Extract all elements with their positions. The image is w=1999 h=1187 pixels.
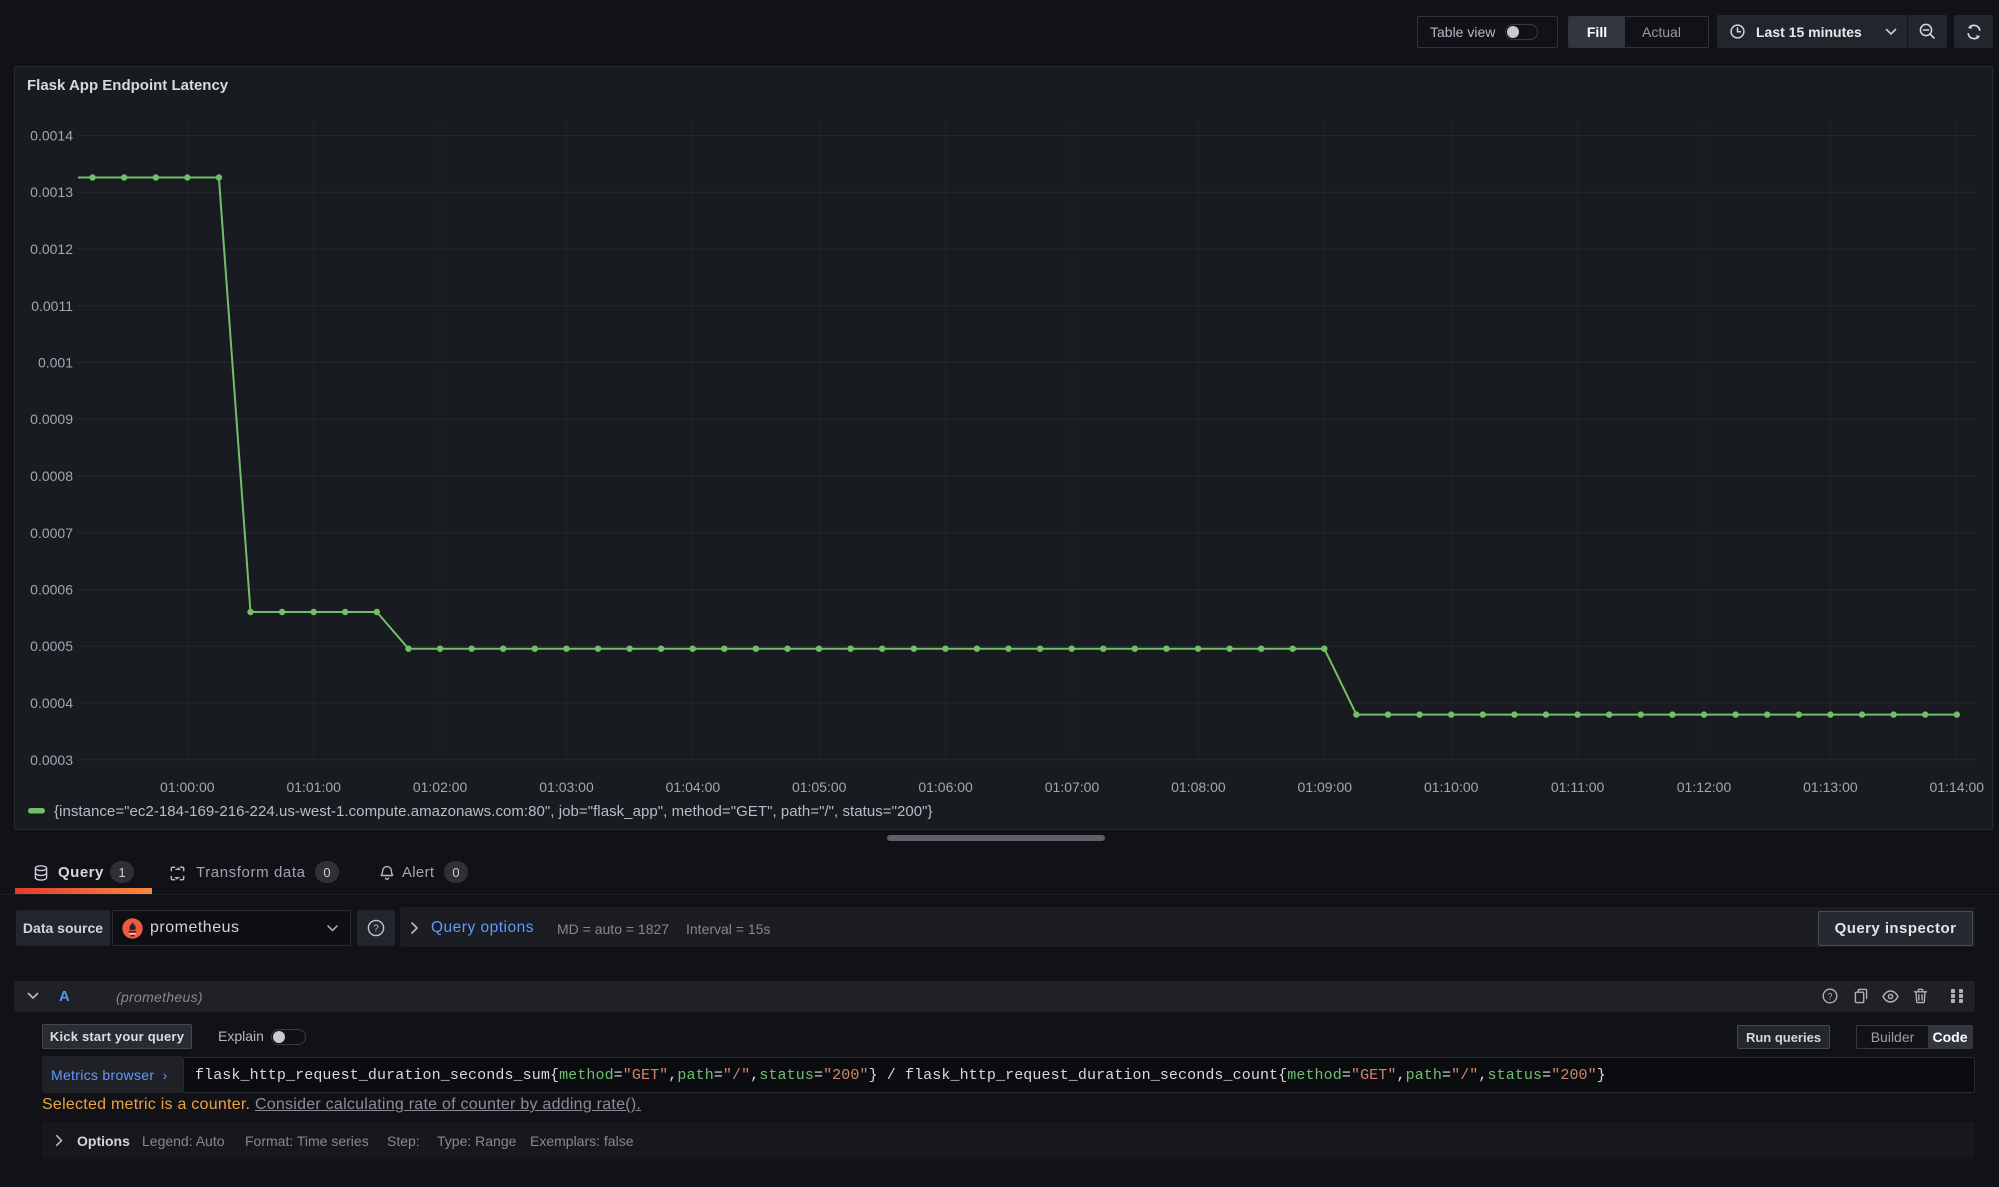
svg-text:0.0007: 0.0007 <box>30 525 73 541</box>
svg-text:01:11:00: 01:11:00 <box>1551 779 1605 795</box>
svg-text:01:04:00: 01:04:00 <box>666 779 721 795</box>
svg-text:01:05:00: 01:05:00 <box>792 779 847 795</box>
svg-text:01:03:00: 01:03:00 <box>539 779 594 795</box>
svg-text:01:02:00: 01:02:00 <box>413 779 468 795</box>
svg-text:0.0006: 0.0006 <box>30 582 73 598</box>
svg-text:01:08:00: 01:08:00 <box>1171 779 1226 795</box>
svg-text:0.0005: 0.0005 <box>30 638 73 654</box>
svg-text:{instance="ec2-184-169-216-224: {instance="ec2-184-169-216-224.us-west-1… <box>54 803 933 820</box>
svg-text:0.001: 0.001 <box>38 355 73 371</box>
svg-text:0.0014: 0.0014 <box>30 128 73 144</box>
svg-text:0.0008: 0.0008 <box>30 468 73 484</box>
svg-text:01:01:00: 01:01:00 <box>286 779 341 795</box>
svg-text:0.0013: 0.0013 <box>30 184 73 200</box>
svg-text:01:09:00: 01:09:00 <box>1298 779 1353 795</box>
svg-text:01:00:00: 01:00:00 <box>160 779 215 795</box>
svg-text:0.0012: 0.0012 <box>30 241 73 257</box>
svg-text:01:06:00: 01:06:00 <box>918 779 973 795</box>
svg-text:01:12:00: 01:12:00 <box>1677 779 1732 795</box>
svg-text:?: ? <box>1827 991 1832 1001</box>
svg-text:0.0004: 0.0004 <box>30 695 73 711</box>
svg-text:01:07:00: 01:07:00 <box>1045 779 1100 795</box>
svg-text:01:14:00: 01:14:00 <box>1930 779 1985 795</box>
svg-text:01:13:00: 01:13:00 <box>1803 779 1858 795</box>
svg-text:0.0009: 0.0009 <box>30 411 73 427</box>
svg-text:0.0011: 0.0011 <box>31 298 73 314</box>
svg-text:?: ? <box>373 924 379 935</box>
svg-text:01:10:00: 01:10:00 <box>1424 779 1479 795</box>
svg-text:0.0003: 0.0003 <box>30 752 73 768</box>
